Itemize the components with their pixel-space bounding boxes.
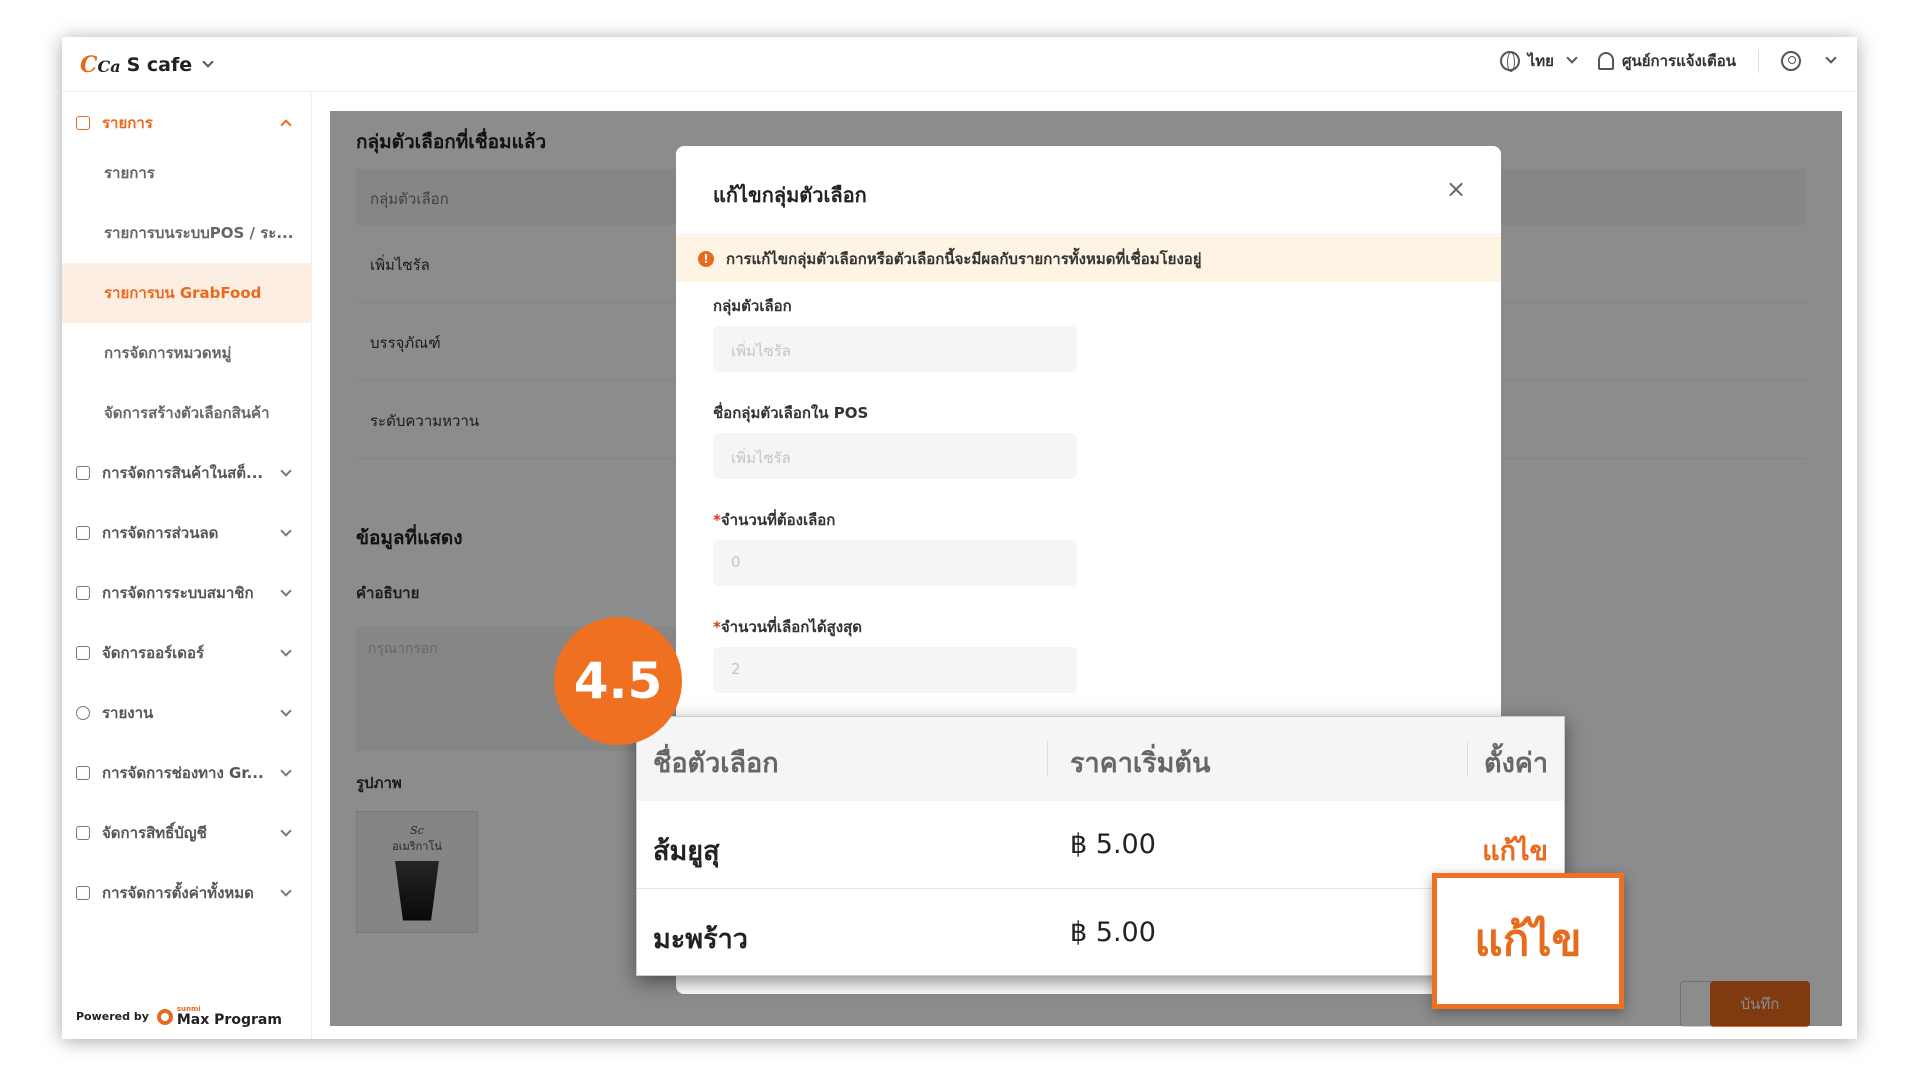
sidebar-item-reports[interactable]: รายงาน	[62, 683, 312, 743]
sidebar-subitem-pos-menu[interactable]: รายการบนระบบPOS / ระ...	[62, 203, 312, 263]
order-icon	[76, 646, 90, 660]
sidebar-item-label: รายงาน	[102, 704, 154, 722]
chevron-down-icon	[280, 705, 292, 717]
warning-icon: !	[698, 251, 714, 267]
chevron-down-icon	[1566, 52, 1578, 64]
warning-text: การแก้ไขกลุ่มตัวเลือกหรือตัวเลือกนี้จะมี…	[726, 250, 1202, 268]
top-bar: CCa S cafe ไทย ศูนย์การแจ้งเตือน	[62, 37, 1857, 92]
users-icon	[76, 826, 90, 840]
store-name[interactable]: S cafe	[127, 54, 193, 76]
table-row: ส้มยูสุ ฿ 5.00 แก้ไข	[637, 801, 1564, 889]
sidebar-item-label: จัดการออร์เดอร์	[102, 644, 205, 662]
step-badge: 4.5	[554, 617, 682, 745]
header-start-price: ราคาเริ่มต้น	[1070, 748, 1211, 779]
channel-icon	[76, 766, 90, 780]
field-label-min-select: *จำนวนที่ต้องเลือก	[713, 511, 836, 529]
modal-title: แก้ไขกลุ่มตัวเลือก	[713, 183, 867, 207]
sidebar-subitem-options[interactable]: จัดการสร้างตัวเลือกสินค้า	[62, 383, 312, 443]
sidebar-item-discounts[interactable]: การจัดการส่วนลด	[62, 503, 312, 563]
field-label-pos-name: ชื่อกลุ่มตัวเลือกใน POS	[713, 404, 869, 422]
header-option-name: ชื่อตัวเลือก	[653, 748, 779, 779]
option-name: ส้มยูสุ	[653, 836, 720, 867]
sidebar-item-members[interactable]: การจัดการระบบสมาชิก	[62, 563, 312, 623]
chevron-up-icon	[280, 119, 292, 131]
chevron-down-icon[interactable]	[202, 56, 214, 68]
sidebar-item-label: การจัดการระบบสมาชิก	[102, 584, 254, 602]
powered-by-label: Powered by	[76, 1010, 149, 1023]
settings-icon	[76, 886, 90, 900]
option-price: ฿ 5.00	[1070, 829, 1156, 860]
min-select-input[interactable]: 0	[713, 540, 1077, 586]
edit-highlight-callout[interactable]: แก้ไข	[1432, 873, 1624, 1009]
app-logo[interactable]: CCa S cafe	[80, 49, 214, 81]
options-table-zoom: ชื่อตัวเลือก ราคาเริ่มต้น ตั้งค่า ส้มยูส…	[636, 716, 1565, 976]
sidebar: รายการ รายการ รายการบนระบบPOS / ระ... รา…	[62, 93, 312, 1039]
column-divider	[1047, 741, 1048, 777]
notification-label: ศูนย์การแจ้งเตือน	[1621, 52, 1736, 70]
required-mark: *	[713, 618, 721, 636]
store-icon	[76, 466, 90, 480]
header-settings: ตั้งค่า	[1484, 748, 1548, 779]
sidebar-subitem-grabfood[interactable]: รายการบน GrabFood	[62, 263, 312, 323]
powered-brand: Max Program	[176, 1012, 282, 1028]
ring-logo-icon	[156, 1008, 173, 1025]
sidebar-item-permissions[interactable]: จัดการสิทธิ์บัญชี	[62, 803, 312, 863]
option-price: ฿ 5.00	[1070, 917, 1156, 948]
warning-banner: ! การแก้ไขกลุ่มตัวเลือกหรือตัวเลือกนี้จะ…	[676, 236, 1501, 282]
sidebar-item-label: การจัดการตั้งค่าทั้งหมด	[102, 884, 254, 902]
option-name: มะพร้าว	[653, 924, 748, 955]
powered-by: Powered by sunmi Max Program	[76, 1006, 282, 1028]
user-icon	[1781, 51, 1801, 71]
option-group-input[interactable]: เพิ่มไซรัล	[713, 326, 1077, 372]
options-table-header: ชื่อตัวเลือก ราคาเริ่มต้น ตั้งค่า	[637, 717, 1564, 801]
brand-logo-icon: CCa	[80, 52, 121, 78]
max-select-input[interactable]: 2	[713, 647, 1077, 693]
clock-icon	[76, 706, 90, 720]
field-label-option-group: กลุ่มตัวเลือก	[713, 297, 792, 315]
bell-icon	[1597, 52, 1614, 70]
coupon-icon	[76, 526, 90, 540]
required-mark: *	[713, 511, 721, 529]
language-selector[interactable]: ไทย	[1499, 49, 1578, 73]
chevron-down-icon	[280, 525, 292, 537]
sidebar-subitem-menu[interactable]: รายการ	[62, 143, 312, 203]
sidebar-item-label: การจัดการสินค้าในสต็...	[102, 464, 264, 482]
chevron-down-icon	[280, 645, 292, 657]
column-divider	[1467, 741, 1468, 777]
chevron-down-icon	[280, 885, 292, 897]
top-right-toolbar: ไทย ศูนย์การแจ้งเตือน	[1499, 49, 1837, 73]
field-label-max-select: *จำนวนที่เลือกได้สูงสุด	[713, 618, 862, 636]
chevron-down-icon	[280, 465, 292, 477]
edit-link[interactable]: แก้ไข	[1482, 829, 1548, 872]
chevron-down-icon	[1825, 52, 1837, 64]
sidebar-subitem-categories[interactable]: การจัดการหมวดหมู่	[62, 323, 312, 383]
member-icon	[76, 586, 90, 600]
divider	[676, 234, 1501, 235]
table-row: มะพร้าว ฿ 5.00	[637, 889, 1564, 977]
menu-list-icon	[76, 116, 90, 130]
globe-icon	[1499, 51, 1520, 72]
notification-center[interactable]: ศูนย์การแจ้งเตือน	[1597, 49, 1736, 73]
divider	[1758, 49, 1759, 73]
pos-name-input[interactable]: เพิ่มไซรัล	[713, 433, 1077, 479]
close-icon[interactable]: ×	[1446, 177, 1466, 201]
chevron-down-icon	[280, 765, 292, 777]
sidebar-item-label: การจัดการช่องทาง Gr...	[102, 764, 264, 782]
sidebar-item-label: การจัดการส่วนลด	[102, 524, 219, 542]
sidebar-item-stock[interactable]: การจัดการสินค้าในสต็...	[62, 443, 312, 503]
sidebar-item-settings[interactable]: การจัดการตั้งค่าทั้งหมด	[62, 863, 312, 923]
max-program-logo: sunmi Max Program	[156, 1006, 282, 1028]
sidebar-item-label: จัดการสิทธิ์บัญชี	[102, 824, 207, 842]
language-label: ไทย	[1527, 52, 1554, 70]
sidebar-item-label: รายการ	[102, 114, 153, 132]
sidebar-item-channels[interactable]: การจัดการช่องทาง Gr...	[62, 743, 312, 803]
sidebar-item-orders[interactable]: จัดการออร์เดอร์	[62, 623, 312, 683]
chevron-down-icon	[280, 825, 292, 837]
chevron-down-icon	[280, 585, 292, 597]
account-menu[interactable]	[1781, 51, 1837, 71]
